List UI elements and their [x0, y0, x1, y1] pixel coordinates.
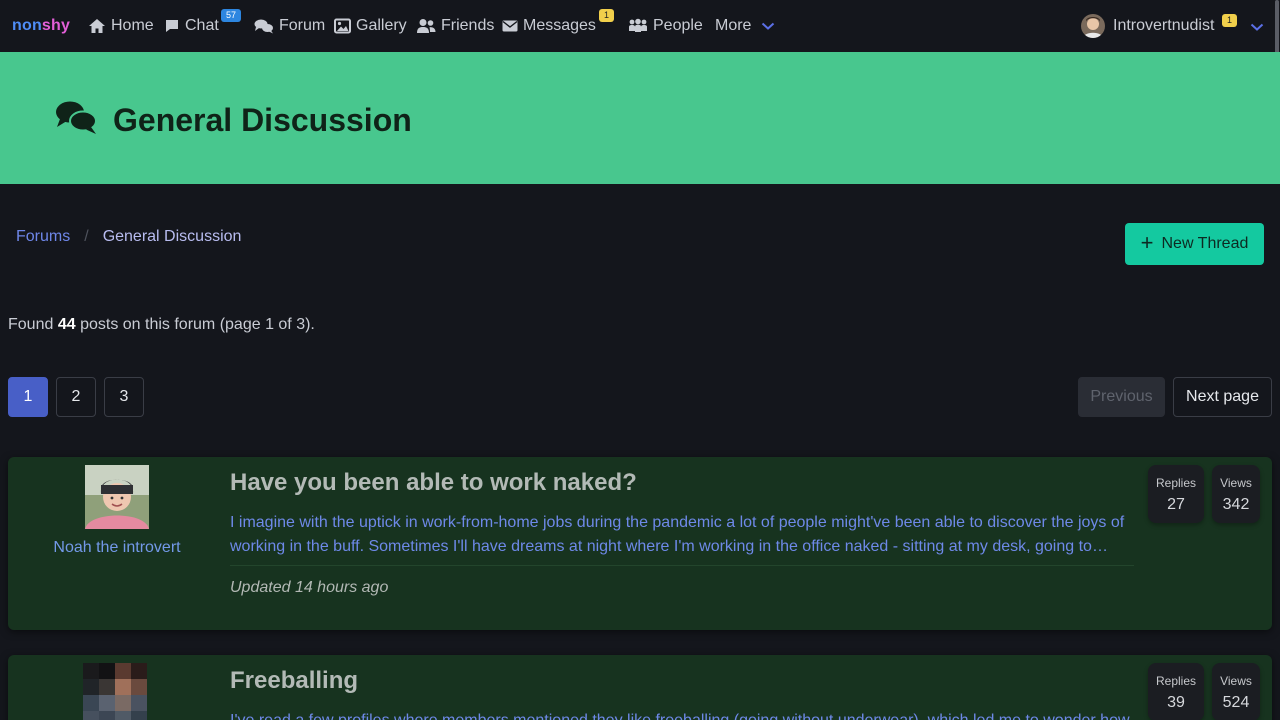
chat-icon — [166, 20, 178, 32]
thread-title[interactable]: Have you been able to work naked? — [230, 469, 637, 497]
summary-prefix: Found — [8, 316, 54, 333]
nav-home-label: Home — [111, 17, 154, 34]
chat-count-badge: 57 — [221, 9, 242, 22]
nav-home[interactable]: Home — [88, 0, 154, 52]
thread-snippet[interactable]: I've read a few profiles where members m… — [230, 709, 1134, 720]
results-summary: Found 44 posts on this forum (page 1 of … — [8, 316, 315, 334]
previous-page-button: Previous — [1078, 377, 1165, 417]
views-label: Views — [1220, 476, 1252, 490]
next-page-button[interactable]: Next page — [1173, 377, 1272, 417]
thread-card[interactable]: Freeballing I've read a few profiles whe… — [8, 655, 1272, 720]
user-avatar[interactable] — [1081, 14, 1105, 38]
image-icon — [334, 18, 351, 34]
breadcrumb-current[interactable]: General Discussion — [103, 228, 242, 246]
people-icon — [629, 18, 647, 32]
author-avatar[interactable] — [83, 663, 147, 720]
page-title: General Discussion — [113, 102, 412, 138]
breadcrumb-separator: / — [84, 228, 89, 245]
thread-snippet-line: I've read a few profiles where members m… — [230, 709, 1134, 720]
nav-people[interactable]: People — [628, 0, 703, 52]
thread-title[interactable]: Freeballing — [230, 667, 358, 695]
nav-messages-label: Messages — [523, 17, 596, 34]
author-name-link[interactable]: Noah the introvert — [8, 539, 226, 557]
views-count: 342 — [1222, 496, 1250, 513]
thread-updated-time: Updated 14 hours ago — [230, 579, 389, 596]
user-menu-chevron-icon[interactable] — [1250, 22, 1264, 32]
thread-snippet[interactable]: I imagine with the uptick in work-from-h… — [230, 511, 1134, 559]
brand-part1: non — [12, 17, 42, 34]
thread-card[interactable]: Noah the introvert Have you been able to… — [8, 457, 1272, 630]
brand-logo[interactable]: nonshy — [12, 17, 70, 35]
user-menu[interactable]: Introvertnudist — [1113, 0, 1214, 52]
views-label: Views — [1220, 674, 1252, 688]
nav-messages[interactable]: Messages — [502, 0, 596, 52]
post-count: 44 — [57, 316, 76, 333]
brand-part2: shy — [41, 17, 71, 34]
breadcrumb-forums-link[interactable]: Forums — [16, 228, 70, 246]
replies-stat: Replies 27 — [1148, 465, 1204, 523]
nav-more-dropdown[interactable]: More — [715, 0, 780, 52]
nav-friends[interactable]: Friends — [416, 0, 494, 52]
replies-count: 27 — [1167, 496, 1185, 513]
friends-icon — [417, 19, 436, 33]
nav-chat[interactable]: Chat — [164, 0, 219, 52]
top-navbar: nonshy Home Chat 57 Forum Gallery Friend… — [0, 0, 1280, 52]
page-3-button[interactable]: 3 — [104, 377, 144, 417]
views-count: 524 — [1222, 694, 1250, 711]
new-thread-label: New Thread — [1161, 235, 1249, 252]
thread-snippet-line: working in the buff. Sometimes I'll have… — [230, 538, 1108, 555]
views-stat: Views 342 — [1212, 465, 1260, 523]
nav-people-label: People — [653, 17, 703, 34]
replies-count: 39 — [1167, 694, 1185, 711]
user-name: Introvertnudist — [1113, 17, 1215, 34]
summary-suffix: posts on this forum (page 1 of 3). — [80, 316, 315, 333]
nav-forum[interactable]: Forum — [254, 0, 325, 52]
replies-label: Replies — [1155, 674, 1197, 688]
new-thread-button[interactable]: + New Thread — [1125, 223, 1264, 265]
chevron-down-icon — [762, 22, 775, 30]
nav-gallery-label: Gallery — [356, 17, 407, 34]
plus-icon: + — [1140, 230, 1154, 255]
breadcrumb: Forums / General Discussion — [16, 228, 241, 246]
messages-count-badge: 1 — [599, 9, 615, 22]
thread-snippet-line: I imagine with the uptick in work-from-h… — [230, 514, 1125, 531]
comments-icon — [56, 101, 97, 134]
views-stat: Views 524 — [1212, 663, 1260, 720]
page-1-button[interactable]: 1 — [8, 377, 48, 417]
forum-hero-banner: General Discussion — [0, 52, 1280, 184]
page-2-button[interactable]: 2 — [56, 377, 96, 417]
divider — [230, 565, 1134, 566]
replies-stat: Replies 39 — [1148, 663, 1204, 720]
envelope-icon — [502, 20, 518, 32]
nav-more-label: More — [715, 17, 752, 34]
home-icon — [89, 19, 105, 33]
user-notification-badge: 1 — [1222, 14, 1238, 27]
forum-icon — [254, 19, 273, 34]
nav-gallery[interactable]: Gallery — [334, 0, 407, 52]
author-avatar[interactable] — [85, 465, 149, 529]
nav-forum-label: Forum — [279, 17, 326, 34]
replies-label: Replies — [1155, 476, 1197, 490]
nav-friends-label: Friends — [441, 17, 495, 34]
nav-chat-label: Chat — [185, 17, 219, 34]
